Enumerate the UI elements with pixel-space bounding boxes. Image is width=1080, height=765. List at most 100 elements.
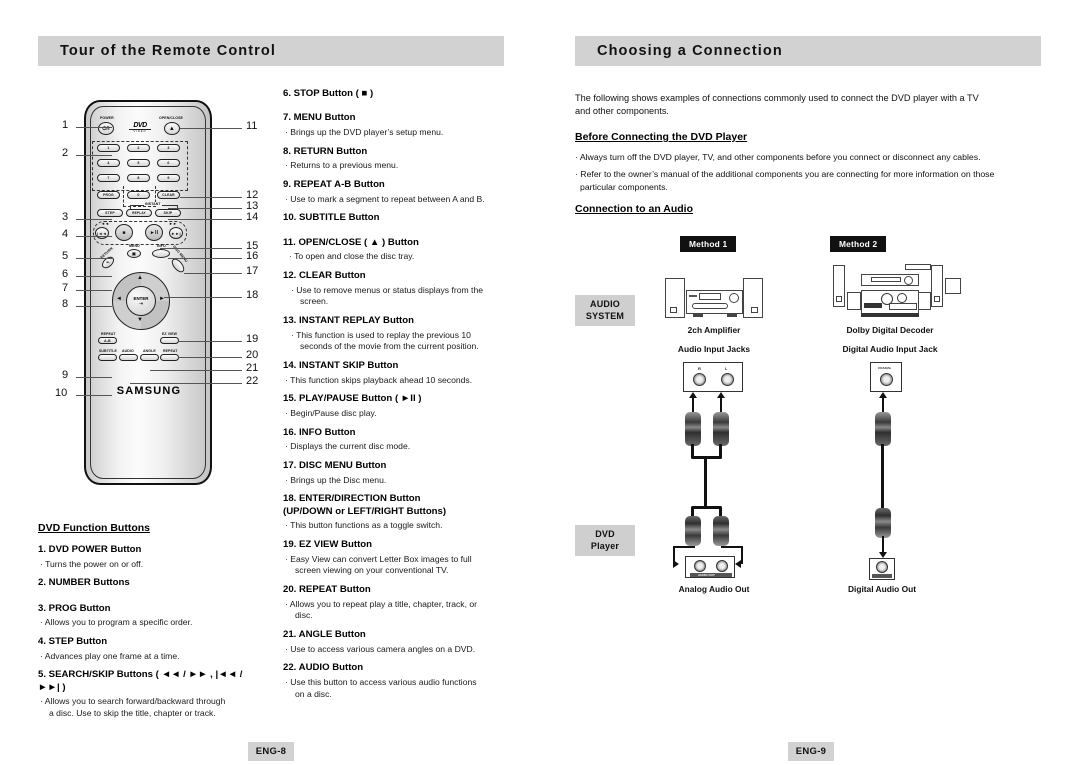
- remote-clear-button[interactable]: CLEAR: [157, 191, 180, 199]
- callout-number-21: 21: [246, 362, 259, 374]
- callout-number-16: 16: [246, 250, 259, 262]
- analog-cable-trunk: [704, 458, 707, 508]
- digital-audio-out-caption: Digital Audio Out: [847, 584, 917, 594]
- remote-repeat-ab-button[interactable]: A-B: [98, 337, 117, 344]
- remote-number-3[interactable]: 3: [157, 144, 180, 152]
- remote-entry-11: 11. OPEN/CLOSE ( ▲ ) Button · To open an…: [283, 237, 508, 263]
- remote-play-pause-button[interactable]: ►II: [145, 224, 163, 241]
- rca-plug-lower-l: [713, 516, 729, 546]
- remote-subtitle-button[interactable]: [98, 354, 117, 361]
- callout-number-8: 8: [62, 298, 69, 310]
- remote-entry-20-title: 20. REPEAT Button: [283, 583, 371, 595]
- remote-number-8[interactable]: 8: [127, 174, 150, 182]
- remote-number-6[interactable]: 6: [157, 159, 180, 167]
- dvd-player-tag-line1: DVD: [595, 529, 615, 539]
- callout-number-9: 9: [62, 369, 69, 381]
- remote-entry-22: 22. AUDIO Button · Use this button to ac…: [283, 662, 508, 700]
- left-page: Tour of the Remote Control POWER ⏻/I DVD…: [0, 0, 540, 765]
- remote-number-7[interactable]: 7: [97, 174, 120, 182]
- remote-skip-forward-button[interactable]: ►►|: [169, 227, 183, 239]
- remote-down-arrow-icon: ▼: [137, 317, 144, 323]
- remote-power-button[interactable]: ⏻/I: [98, 122, 114, 135]
- remote-number-5[interactable]: 5: [127, 159, 150, 167]
- remote-instant-skip-button[interactable]: SKIP: [155, 209, 181, 217]
- remote-subtitle-label: SUBTITLE: [99, 349, 117, 353]
- decoder-receiver-knob-2: [897, 293, 907, 303]
- connection-to-audio-section: Connection to an Audio: [575, 203, 693, 215]
- remote-entry-15: 15. PLAY/PAUSE Button ( ►II ) · Begin/Pa…: [283, 393, 508, 419]
- decoder-caption: Dolby Digital Decoder: [846, 325, 934, 335]
- remote-step-button[interactable]: STEP: [97, 209, 123, 217]
- remote-number-4[interactable]: 4: [97, 159, 120, 167]
- audio-input-jack-l: [721, 373, 734, 386]
- audio-system-tag-line2: SYSTEM: [585, 310, 625, 321]
- remote-entry-17: 17. DISC MENU Button · Brings up the Dis…: [283, 460, 508, 486]
- remote-entry-12-title: 12. CLEAR Button: [283, 269, 366, 281]
- remote-repeat-ab-label: REPEAT: [101, 332, 116, 336]
- remote-entry-18: 18. ENTER/DIRECTION Button (UP/DOWN or L…: [283, 493, 508, 532]
- decoder-center-speaker: [905, 264, 931, 270]
- remote-entry-12-desc-2: screen.: [300, 296, 329, 307]
- callout-number-18: 18: [246, 289, 259, 301]
- remote-prog-button[interactable]: PROG: [97, 191, 120, 199]
- remote-number-9[interactable]: 9: [157, 174, 180, 182]
- remote-info-button[interactable]: [152, 249, 170, 258]
- method-1-tag: Method 1: [680, 236, 737, 252]
- remote-skip-back-button[interactable]: |◄◄: [95, 227, 109, 239]
- callout-line-10: [76, 395, 112, 396]
- remote-entry-20-desc-1: · Allows you to repeat play a title, cha…: [285, 598, 478, 609]
- function-entry-4-desc: · Advances play one frame at a time.: [40, 650, 180, 661]
- function-entry-4: 4. STEP Button · Advances play one frame…: [38, 636, 253, 662]
- remote-enter-button[interactable]: ENTER ⇥: [126, 286, 156, 316]
- remote-entry-13-title: 13. INSTANT REPLAY Button: [283, 314, 414, 326]
- function-entry-1-desc: · Turns the power on or off.: [40, 558, 144, 569]
- remote-number-2[interactable]: 2: [127, 144, 150, 152]
- remote-entry-18-title2: (UP/DOWN or LEFT/RIGHT Buttons): [283, 505, 447, 517]
- callout-line-13: [168, 208, 242, 209]
- function-entry-1: 1. DVD POWER Button · Turns the power on…: [38, 544, 253, 570]
- right-page-title: Choosing a Connection: [597, 43, 783, 59]
- callout-line-3: [76, 219, 112, 220]
- remote-repeat-button[interactable]: [160, 354, 179, 361]
- remote-entry-12: 12. CLEAR Button · Use to remove menus o…: [283, 270, 508, 308]
- function-entry-4-title: 4. STEP Button: [38, 635, 108, 647]
- remote-stop-button[interactable]: ■: [115, 224, 133, 241]
- decoder-tower-speaker-right-port: [934, 296, 940, 302]
- remote-ez-view-button[interactable]: [160, 337, 179, 344]
- remote-open-close-button[interactable]: ▲: [164, 122, 180, 135]
- callout-line-14: [168, 219, 242, 220]
- callout-line-5: [76, 258, 112, 259]
- remote-ez-view-label: EZ VIEW: [162, 332, 178, 336]
- function-entry-5-title: 5. SEARCH/SKIP Buttons ( ◄◄ / ►► , |◄◄ /…: [38, 669, 243, 693]
- amp-knob: [729, 293, 739, 303]
- dvd-player-tag-line2: Player: [590, 540, 620, 551]
- remote-entry-12-desc-1: · Use to remove menus or status displays…: [291, 284, 483, 295]
- callout-line-4: [76, 236, 112, 237]
- jack-label-l: L: [725, 366, 728, 371]
- remote-angle-label: ANGLE: [143, 349, 156, 353]
- digital-input-coaxial-label: COAXIAL: [878, 366, 892, 370]
- remote-audio-button[interactable]: [119, 354, 138, 361]
- remote-instant-replay-button[interactable]: REPLAY: [126, 209, 152, 217]
- audio-input-jack-panel: R L: [683, 362, 743, 392]
- callout-number-22: 22: [246, 375, 259, 387]
- callout-line-12: [180, 197, 242, 198]
- remote-dvd-logo: DVD VIDEO: [129, 122, 151, 133]
- digital-audio-out-strip: [872, 574, 892, 578]
- remote-power-label: POWER: [100, 116, 114, 120]
- remote-number-0[interactable]: 0: [127, 191, 150, 199]
- remote-entry-22-desc-1: · Use this button to access various audi…: [285, 676, 477, 687]
- analog-audio-out-jack-r: [694, 560, 706, 572]
- remote-entry-21-desc: · Use to access various camera angles on…: [285, 643, 476, 654]
- remote-menu-button[interactable]: ▣: [127, 249, 141, 258]
- callout-number-10: 10: [55, 387, 68, 399]
- remote-angle-button[interactable]: [140, 354, 159, 361]
- remote-number-1[interactable]: 1: [97, 144, 120, 152]
- remote-open-close-label: OPEN/CLOSE: [159, 116, 183, 120]
- callout-number-17: 17: [246, 265, 259, 277]
- analog-audio-out-jack-l: [716, 560, 728, 572]
- remote-entry-9-desc: · Use to mark a segment to repeat betwee…: [285, 193, 485, 204]
- audio-system-tag: AUDIO SYSTEM: [575, 295, 635, 327]
- function-entry-5: 5. SEARCH/SKIP Buttons ( ◄◄ / ►► , |◄◄ /…: [38, 669, 253, 719]
- remote-instant-label: INSTANT: [144, 202, 162, 206]
